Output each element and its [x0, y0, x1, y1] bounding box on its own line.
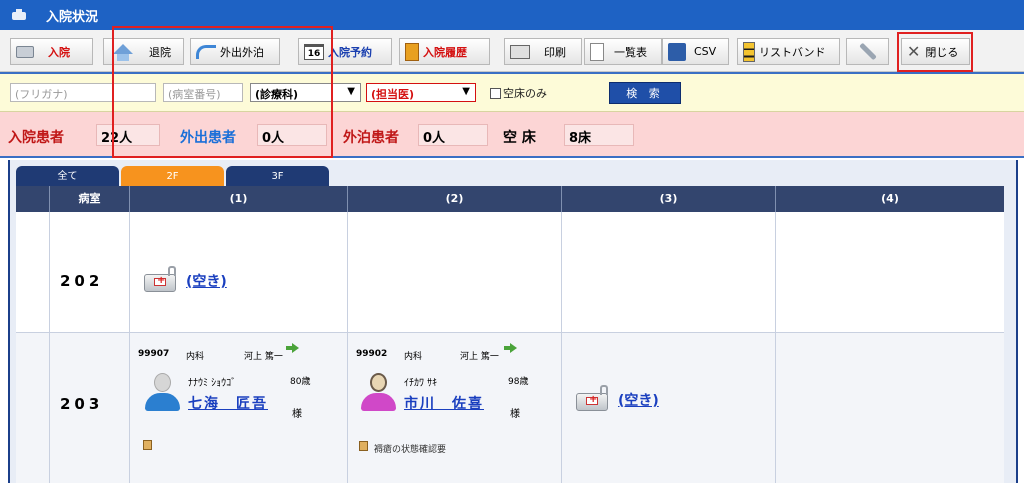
overnight-patients-label: 外泊患者: [343, 130, 399, 146]
table-row: 202 (空き): [16, 212, 1004, 333]
room-table: 病室 (1) (2) (3) (4) 202 (空き) 203 99907 内科…: [16, 186, 1004, 483]
patient-kana: ｲﾁｶﾜ ｻｷ: [404, 378, 438, 389]
wristband-icon: [743, 41, 755, 62]
patient-department: 内科: [186, 352, 205, 362]
female-avatar-icon: [358, 371, 398, 413]
window-title: 入院状況: [46, 9, 99, 25]
overnight-patients-count: 0人: [418, 124, 488, 146]
settings-button[interactable]: [846, 38, 889, 65]
wristband-label: リストバンド: [759, 45, 826, 59]
go-arrow-icon[interactable]: [286, 343, 299, 353]
close-button-highlight: [897, 32, 973, 72]
wrench-icon: [858, 42, 877, 61]
vacant-bed[interactable]: (空き): [142, 266, 227, 296]
male-avatar-icon: [142, 371, 182, 413]
patient-id: 99907: [138, 349, 170, 359]
vacant-bed-link[interactable]: (空き): [186, 271, 227, 291]
patient-doctor: 河上 篤一: [460, 352, 499, 362]
bed-icon: [16, 45, 34, 58]
patient-age: 98歳: [508, 377, 529, 387]
chevron-down-icon: ▼: [347, 86, 355, 97]
bed-app-icon: [12, 9, 26, 21]
floor-tabs: 全て 2F 3F: [16, 166, 331, 186]
tab-2f[interactable]: 2F: [121, 166, 224, 186]
patient-kana: ﾅﾅｳﾐ ｼｮｳｺﾞ: [188, 378, 237, 389]
reservation-label: 入院予約: [328, 45, 372, 59]
vacant-bed-link[interactable]: (空き): [618, 390, 659, 410]
room-number: 203: [60, 395, 104, 413]
table-header: 病室 (1) (2) (3) (4): [16, 186, 1004, 212]
csv-export-icon: [668, 42, 686, 61]
table-row: 203 99907 内科 河上 篤一 ﾅﾅｳﾐ ｼｮｳｺﾞ 80歳 七海 匠吾 …: [16, 333, 1004, 483]
vacant-bed[interactable]: (空き): [574, 385, 659, 415]
go-arrow-icon[interactable]: [504, 343, 517, 353]
patient-age: 80歳: [290, 377, 311, 387]
header-room: 病室: [50, 186, 130, 212]
chevron-down-icon: ▼: [462, 86, 470, 97]
list-label: 一覧表: [614, 45, 647, 59]
tab-3f[interactable]: 3F: [226, 166, 329, 186]
vacant-beds-label: 空 床: [503, 130, 536, 146]
print-button[interactable]: 印刷: [504, 38, 582, 65]
memo-icon[interactable]: [143, 440, 152, 450]
search-button[interactable]: 検 索: [609, 82, 681, 104]
header-bed-1: (1): [130, 186, 348, 212]
inpatients-label: 入院患者: [8, 130, 64, 146]
vacant-only-label: 空床のみ: [503, 87, 547, 100]
wristband-button[interactable]: リストバンド: [737, 38, 840, 65]
csv-button[interactable]: CSV: [662, 38, 729, 65]
header-bed-4: (4): [881, 192, 899, 205]
doctor-value: (担当医): [371, 88, 415, 101]
patient-note: 褥瘡の状態確認要: [374, 445, 447, 455]
hospital-bed-icon: [574, 385, 610, 415]
vacant-beds-count: 8床: [564, 124, 634, 146]
patient-name-link[interactable]: 七海 匠吾: [188, 393, 268, 413]
vacant-only-checkbox[interactable]: 空床のみ: [490, 85, 547, 101]
memo-icon[interactable]: [359, 441, 368, 451]
header-spacer: [16, 186, 50, 212]
room-number: 202: [60, 272, 104, 290]
patient-id: 99902: [356, 349, 388, 359]
vacant-bed-highlight: [112, 26, 333, 158]
list-button[interactable]: 一覧表: [584, 38, 662, 65]
hospital-bed-icon: [142, 266, 178, 296]
header-bed-3: (3): [562, 186, 776, 212]
patient-department: 内科: [404, 352, 423, 362]
tab-all[interactable]: 全て: [16, 166, 119, 186]
history-label: 入院履歴: [423, 45, 467, 59]
csv-label: CSV: [694, 45, 717, 58]
patient-honorific: 様: [510, 409, 520, 420]
checkbox-box[interactable]: [490, 87, 501, 99]
print-label: 印刷: [544, 45, 566, 59]
document-icon: [590, 42, 604, 61]
admit-button[interactable]: 入院: [10, 38, 93, 65]
doctor-select[interactable]: (担当医) ▼: [366, 83, 476, 102]
patient-name-link[interactable]: 市川 佐喜: [404, 393, 484, 413]
patient-honorific: 様: [292, 409, 302, 420]
header-bed-2: (2): [348, 186, 562, 212]
admit-label: 入院: [48, 45, 70, 59]
patient-doctor: 河上 篤一: [244, 352, 283, 362]
book-icon: [405, 42, 419, 61]
history-button[interactable]: 入院履歴: [399, 38, 490, 65]
printer-icon: [510, 44, 530, 59]
